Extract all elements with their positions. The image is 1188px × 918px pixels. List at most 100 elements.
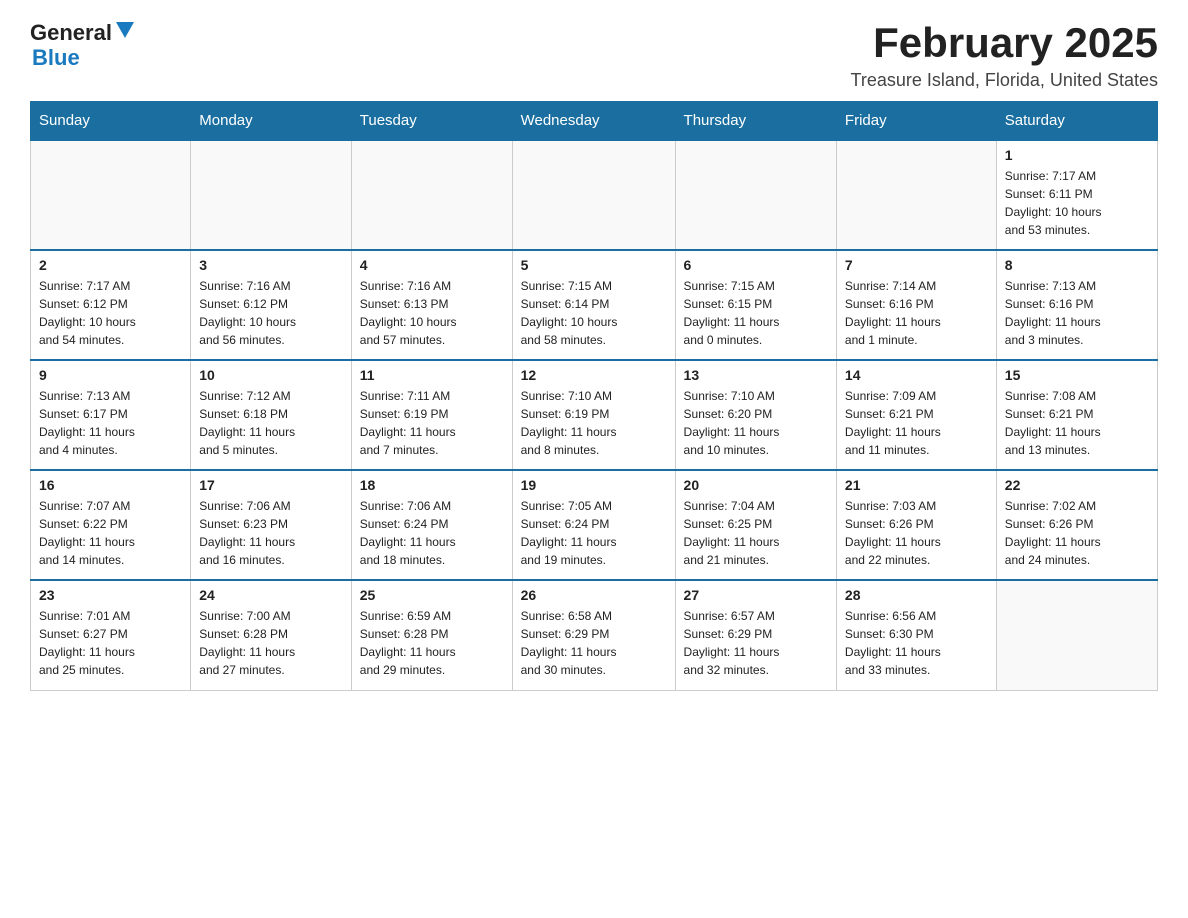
table-row: 2 Sunrise: 7:17 AMSunset: 6:12 PMDaylight… [31,250,191,360]
day-info: Sunrise: 7:06 AMSunset: 6:23 PMDaylight:… [199,497,343,569]
day-info: Sunrise: 7:02 AMSunset: 6:26 PMDaylight:… [1005,497,1149,569]
week-row-4: 16 Sunrise: 7:07 AMSunset: 6:22 PMDayligh… [31,470,1158,580]
logo-general: General [30,20,112,45]
table-row: 10 Sunrise: 7:12 AMSunset: 6:18 PMDayligh… [191,360,352,470]
week-row-5: 23 Sunrise: 7:01 AMSunset: 6:27 PMDayligh… [31,580,1158,690]
table-row: 13 Sunrise: 7:10 AMSunset: 6:20 PMDayligh… [675,360,836,470]
header-thursday: Thursday [675,102,836,141]
day-info: Sunrise: 6:59 AMSunset: 6:28 PMDaylight:… [360,607,504,679]
week-row-3: 9 Sunrise: 7:13 AMSunset: 6:17 PMDaylight… [31,360,1158,470]
logo-blue: Blue [32,45,134,70]
day-number: 23 [39,587,182,603]
table-row [675,140,836,250]
day-number: 2 [39,257,182,273]
day-info: Sunrise: 7:08 AMSunset: 6:21 PMDaylight:… [1005,387,1149,459]
table-row: 18 Sunrise: 7:06 AMSunset: 6:24 PMDayligh… [351,470,512,580]
table-row: 20Sunrise: 7:04 AMSunset: 6:25 PMDayligh… [675,470,836,580]
table-row [31,140,191,250]
header-saturday: Saturday [996,102,1157,141]
day-number: 20 [684,477,828,493]
table-row: 27Sunrise: 6:57 AMSunset: 6:29 PMDayligh… [675,580,836,690]
day-number: 12 [521,367,667,383]
day-info: Sunrise: 7:10 AMSunset: 6:19 PMDaylight:… [521,387,667,459]
day-info: Sunrise: 7:12 AMSunset: 6:18 PMDaylight:… [199,387,343,459]
day-info: Sunrise: 6:58 AMSunset: 6:29 PMDaylight:… [521,607,667,679]
day-number: 21 [845,477,988,493]
day-number: 8 [1005,257,1149,273]
day-number: 3 [199,257,343,273]
day-info: Sunrise: 7:14 AMSunset: 6:16 PMDaylight:… [845,277,988,349]
day-number: 18 [360,477,504,493]
month-title: February 2025 [851,20,1158,66]
day-number: 1 [1005,147,1149,163]
day-number: 15 [1005,367,1149,383]
table-row: 19 Sunrise: 7:05 AMSunset: 6:24 PMDayligh… [512,470,675,580]
day-number: 26 [521,587,667,603]
day-info: Sunrise: 6:56 AMSunset: 6:30 PMDaylight:… [845,607,988,679]
logo: General Blue [30,20,134,71]
day-number: 16 [39,477,182,493]
day-info: Sunrise: 7:03 AMSunset: 6:26 PMDaylight:… [845,497,988,569]
day-number: 9 [39,367,182,383]
day-number: 22 [1005,477,1149,493]
day-info: Sunrise: 7:07 AMSunset: 6:22 PMDaylight:… [39,497,182,569]
table-row: 12 Sunrise: 7:10 AMSunset: 6:19 PMDayligh… [512,360,675,470]
header-monday: Monday [191,102,352,141]
table-row: 9 Sunrise: 7:13 AMSunset: 6:17 PMDaylight… [31,360,191,470]
week-row-2: 2 Sunrise: 7:17 AMSunset: 6:12 PMDaylight… [31,250,1158,360]
calendar-table: Sunday Monday Tuesday Wednesday Thursday… [30,101,1158,691]
table-row: 8 Sunrise: 7:13 AMSunset: 6:16 PMDaylight… [996,250,1157,360]
logo-arrow-icon [116,22,134,40]
table-row: 16 Sunrise: 7:07 AMSunset: 6:22 PMDayligh… [31,470,191,580]
day-number: 4 [360,257,504,273]
day-info: Sunrise: 7:10 AMSunset: 6:20 PMDaylight:… [684,387,828,459]
day-header-row: Sunday Monday Tuesday Wednesday Thursday… [31,102,1158,141]
day-number: 7 [845,257,988,273]
day-info: Sunrise: 7:09 AMSunset: 6:21 PMDaylight:… [845,387,988,459]
day-number: 13 [684,367,828,383]
day-number: 27 [684,587,828,603]
table-row [996,580,1157,690]
table-row: 23 Sunrise: 7:01 AMSunset: 6:27 PMDayligh… [31,580,191,690]
table-row: 25 Sunrise: 6:59 AMSunset: 6:28 PMDayligh… [351,580,512,690]
day-number: 17 [199,477,343,493]
table-row: 11Sunrise: 7:11 AMSunset: 6:19 PMDayligh… [351,360,512,470]
title-section: February 2025 Treasure Island, Florida, … [851,20,1158,91]
table-row: 1Sunrise: 7:17 AMSunset: 6:11 PMDaylight… [996,140,1157,250]
page-header: General Blue February 2025 Treasure Isla… [30,20,1158,91]
table-row [512,140,675,250]
table-row: 26 Sunrise: 6:58 AMSunset: 6:29 PMDayligh… [512,580,675,690]
day-info: Sunrise: 7:01 AMSunset: 6:27 PMDaylight:… [39,607,182,679]
day-info: Sunrise: 7:06 AMSunset: 6:24 PMDaylight:… [360,497,504,569]
day-info: Sunrise: 7:16 AMSunset: 6:12 PMDaylight:… [199,277,343,349]
table-row [351,140,512,250]
table-row: 14Sunrise: 7:09 AMSunset: 6:21 PMDayligh… [836,360,996,470]
day-info: Sunrise: 7:15 AMSunset: 6:15 PMDaylight:… [684,277,828,349]
table-row: 17 Sunrise: 7:06 AMSunset: 6:23 PMDayligh… [191,470,352,580]
header-wednesday: Wednesday [512,102,675,141]
table-row: 21 Sunrise: 7:03 AMSunset: 6:26 PMDayligh… [836,470,996,580]
day-number: 5 [521,257,667,273]
week-row-1: 1Sunrise: 7:17 AMSunset: 6:11 PMDaylight… [31,140,1158,250]
day-info: Sunrise: 7:15 AMSunset: 6:14 PMDaylight:… [521,277,667,349]
location-title: Treasure Island, Florida, United States [851,70,1158,91]
day-number: 25 [360,587,504,603]
day-info: Sunrise: 7:17 AMSunset: 6:12 PMDaylight:… [39,277,182,349]
day-info: Sunrise: 7:00 AMSunset: 6:28 PMDaylight:… [199,607,343,679]
day-number: 11 [360,367,504,383]
table-row [836,140,996,250]
day-number: 6 [684,257,828,273]
table-row: 7 Sunrise: 7:14 AMSunset: 6:16 PMDaylight… [836,250,996,360]
day-info: Sunrise: 7:13 AMSunset: 6:16 PMDaylight:… [1005,277,1149,349]
day-info: Sunrise: 7:13 AMSunset: 6:17 PMDaylight:… [39,387,182,459]
header-tuesday: Tuesday [351,102,512,141]
header-friday: Friday [836,102,996,141]
table-row: 3 Sunrise: 7:16 AMSunset: 6:12 PMDaylight… [191,250,352,360]
day-number: 10 [199,367,343,383]
day-number: 19 [521,477,667,493]
day-number: 28 [845,587,988,603]
table-row: 24Sunrise: 7:00 AMSunset: 6:28 PMDayligh… [191,580,352,690]
table-row [191,140,352,250]
day-info: Sunrise: 7:05 AMSunset: 6:24 PMDaylight:… [521,497,667,569]
table-row: 22 Sunrise: 7:02 AMSunset: 6:26 PMDayligh… [996,470,1157,580]
